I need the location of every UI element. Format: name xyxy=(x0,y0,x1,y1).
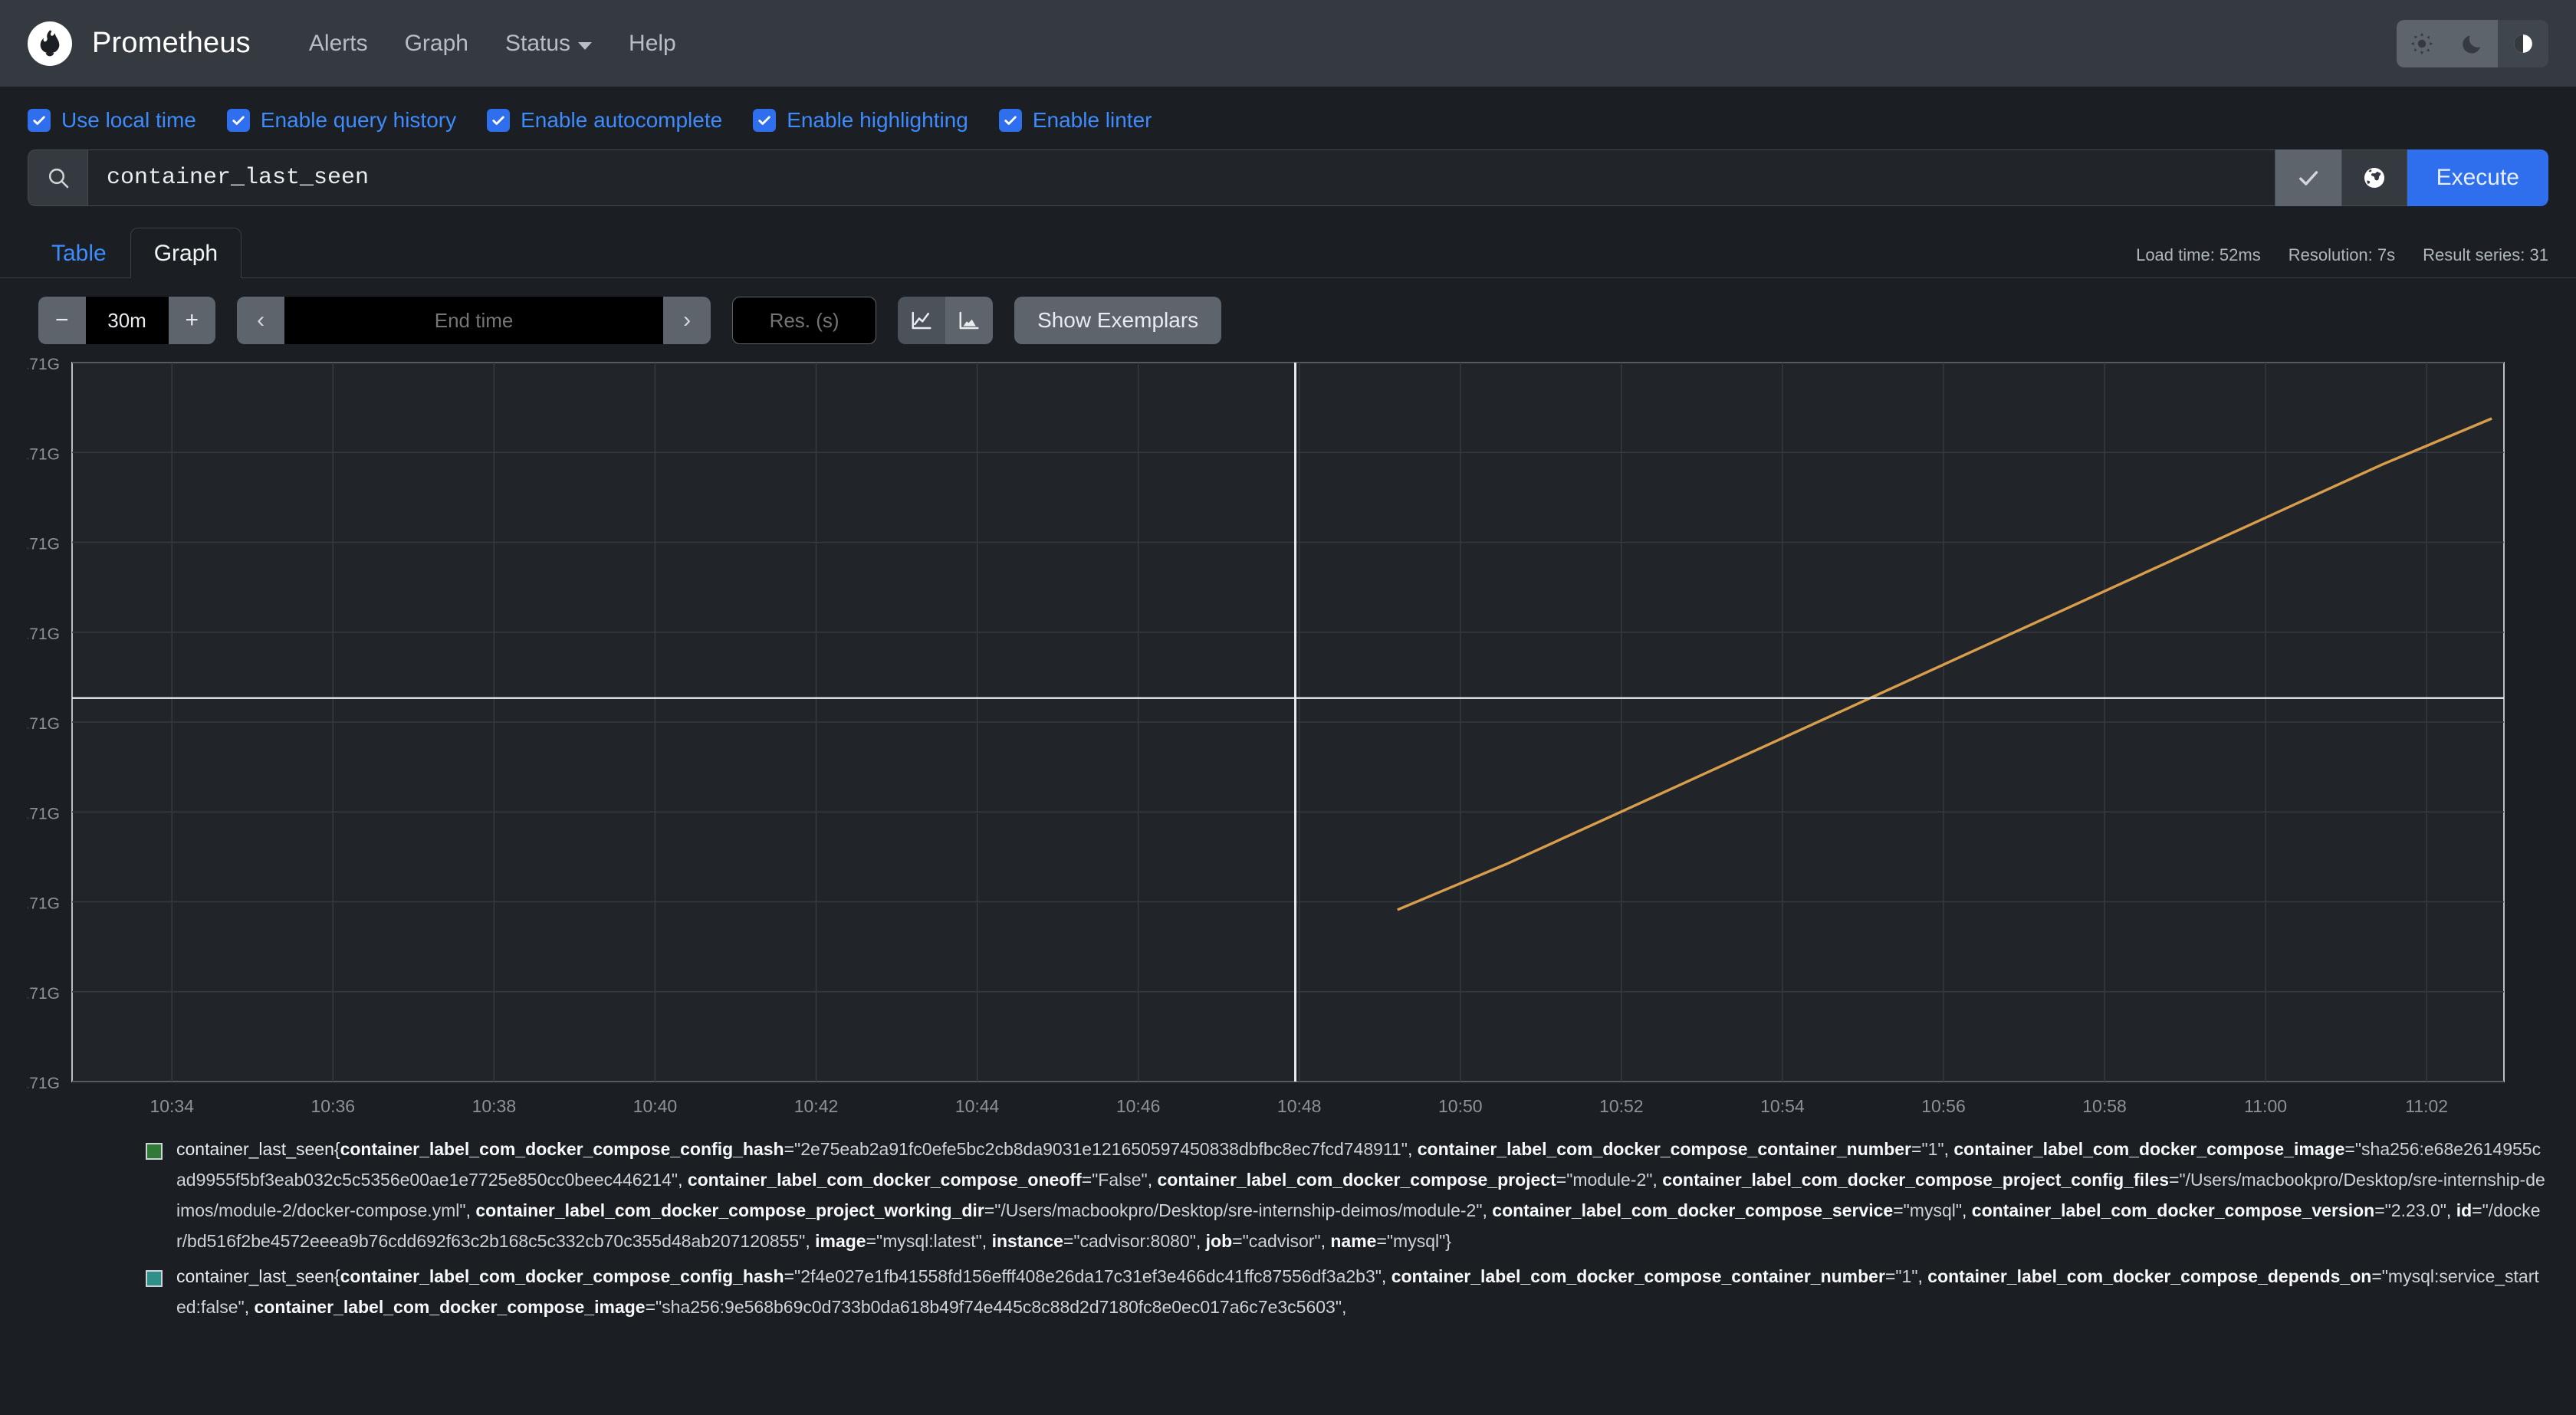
option-use-local-time[interactable]: Use local time xyxy=(28,108,196,133)
option-enable-highlighting[interactable]: Enable highlighting xyxy=(753,108,968,133)
svg-text:1.71G: 1.71G xyxy=(28,1075,60,1092)
svg-text:1.71G: 1.71G xyxy=(28,985,60,1003)
svg-text:1.71G: 1.71G xyxy=(28,625,60,643)
increase-range-button[interactable]: + xyxy=(169,297,216,344)
svg-text:1.71G: 1.71G xyxy=(28,805,60,822)
theme-toggle-group xyxy=(2397,20,2548,67)
svg-text:1.71G: 1.71G xyxy=(28,715,60,733)
tab-graph[interactable]: Graph xyxy=(130,228,242,278)
svg-text:10:34: 10:34 xyxy=(150,1096,194,1116)
end-time-group: ‹ › xyxy=(237,297,711,344)
nav-link-help[interactable]: Help xyxy=(610,31,695,57)
checkbox-checked-icon[interactable] xyxy=(227,109,250,132)
resolution-input[interactable] xyxy=(732,297,876,344)
query-bar: Execute xyxy=(28,149,2548,206)
option-label: Enable highlighting xyxy=(787,108,968,133)
line-chart-icon[interactable] xyxy=(898,297,945,344)
svg-text:10:58: 10:58 xyxy=(2082,1096,2127,1116)
svg-text:10:50: 10:50 xyxy=(1438,1096,1483,1116)
range-input-group: − + xyxy=(38,297,215,344)
svg-text:10:36: 10:36 xyxy=(311,1096,356,1116)
query-meta: Load time: 52ms Resolution: 7s Result se… xyxy=(2136,245,2548,265)
stacked-chart-icon[interactable] xyxy=(945,297,993,344)
nav-link-status-label: Status xyxy=(505,31,570,57)
globe-icon[interactable] xyxy=(2341,149,2407,206)
chart-canvas[interactable]: 1.71G 1.71G 1.71G 1.71G 1.71G 1.71G 1.71G 1.71G… xyxy=(28,356,2548,1123)
execute-button[interactable]: Execute xyxy=(2407,149,2548,206)
checkbox-checked-icon[interactable] xyxy=(753,109,776,132)
legend-series-label: container_last_seen{container_label_com_… xyxy=(176,1134,2548,1256)
option-label: Use local time xyxy=(61,108,196,133)
end-time-input[interactable] xyxy=(284,297,663,344)
query-options-row: Use local time Enable query history Enab… xyxy=(0,87,2576,149)
prometheus-logo-icon xyxy=(28,21,72,66)
brand-name: Prometheus xyxy=(92,27,251,60)
option-enable-query-history[interactable]: Enable query history xyxy=(227,108,456,133)
brand[interactable]: Prometheus xyxy=(28,21,251,66)
range-input[interactable] xyxy=(86,297,169,344)
decrease-range-button[interactable]: − xyxy=(38,297,86,344)
show-exemplars-button[interactable]: Show Exemplars xyxy=(1014,297,1221,344)
legend-series-label: container_last_seen{container_label_com_… xyxy=(176,1261,2548,1322)
svg-text:1.71G: 1.71G xyxy=(28,445,60,463)
option-enable-autocomplete[interactable]: Enable autocomplete xyxy=(487,108,722,133)
svg-text:1.71G: 1.71G xyxy=(28,536,60,553)
svg-text:10:42: 10:42 xyxy=(794,1096,839,1116)
legend-item[interactable]: container_last_seen{container_label_com_… xyxy=(146,1261,2548,1322)
svg-text:10:54: 10:54 xyxy=(1760,1096,1805,1116)
svg-text:10:44: 10:44 xyxy=(955,1096,1000,1116)
chevron-down-icon xyxy=(578,42,592,50)
half-circle-icon[interactable] xyxy=(2498,20,2548,67)
graph-controls: − + ‹ › Show Exemplars xyxy=(0,278,2576,352)
nav-links: Alerts Graph Status Help xyxy=(291,31,695,57)
option-label: Enable linter xyxy=(1033,108,1152,133)
option-label: Enable query history xyxy=(261,108,456,133)
result-series-count: Result series: 31 xyxy=(2423,245,2548,265)
tab-table[interactable]: Table xyxy=(28,228,130,278)
svg-text:11:02: 11:02 xyxy=(2405,1096,2448,1116)
checkbox-checked-icon[interactable] xyxy=(999,109,1022,132)
graph-chart[interactable]: 1.71G 1.71G 1.71G 1.71G 1.71G 1.71G 1.71G 1.71G… xyxy=(28,356,2548,1123)
query-bar-wrapper: Execute xyxy=(0,149,2576,206)
legend-item[interactable]: container_last_seen{container_label_com_… xyxy=(146,1134,2548,1256)
legend-color-swatch xyxy=(146,1270,163,1287)
moon-icon[interactable] xyxy=(2447,20,2498,67)
nav-link-status[interactable]: Status xyxy=(487,31,610,57)
svg-text:10:38: 10:38 xyxy=(472,1096,517,1116)
resolution: Resolution: 7s xyxy=(2288,245,2395,265)
svg-text:10:40: 10:40 xyxy=(633,1096,678,1116)
svg-text:10:56: 10:56 xyxy=(1921,1096,1966,1116)
navbar: Prometheus Alerts Graph Status Help xyxy=(0,0,2576,87)
svg-text:10:48: 10:48 xyxy=(1277,1096,1322,1116)
next-time-button[interactable]: › xyxy=(663,297,711,344)
svg-text:10:46: 10:46 xyxy=(1116,1096,1161,1116)
previous-time-button[interactable]: ‹ xyxy=(237,297,284,344)
nav-link-alerts[interactable]: Alerts xyxy=(291,31,386,57)
checkmark-icon[interactable] xyxy=(2275,149,2341,206)
chart-legend: container_last_seen{container_label_com_… xyxy=(0,1123,2576,1322)
chart-type-toggle xyxy=(898,297,993,344)
option-enable-linter[interactable]: Enable linter xyxy=(999,108,1152,133)
nav-link-graph[interactable]: Graph xyxy=(386,31,487,57)
load-time: Load time: 52ms xyxy=(2136,245,2261,265)
checkbox-checked-icon[interactable] xyxy=(487,109,510,132)
checkbox-checked-icon[interactable] xyxy=(28,109,51,132)
legend-color-swatch xyxy=(146,1143,163,1160)
search-icon xyxy=(28,149,87,206)
svg-text:10:52: 10:52 xyxy=(1599,1096,1644,1116)
svg-text:1.71G: 1.71G xyxy=(28,895,60,913)
result-tabs: Table Graph Load time: 52ms Resolution: … xyxy=(0,206,2576,278)
option-label: Enable autocomplete xyxy=(521,108,722,133)
svg-text:1.71G: 1.71G xyxy=(28,356,60,373)
query-input[interactable] xyxy=(87,149,2275,206)
sun-icon[interactable] xyxy=(2397,20,2447,67)
svg-text:11:00: 11:00 xyxy=(2244,1096,2287,1116)
